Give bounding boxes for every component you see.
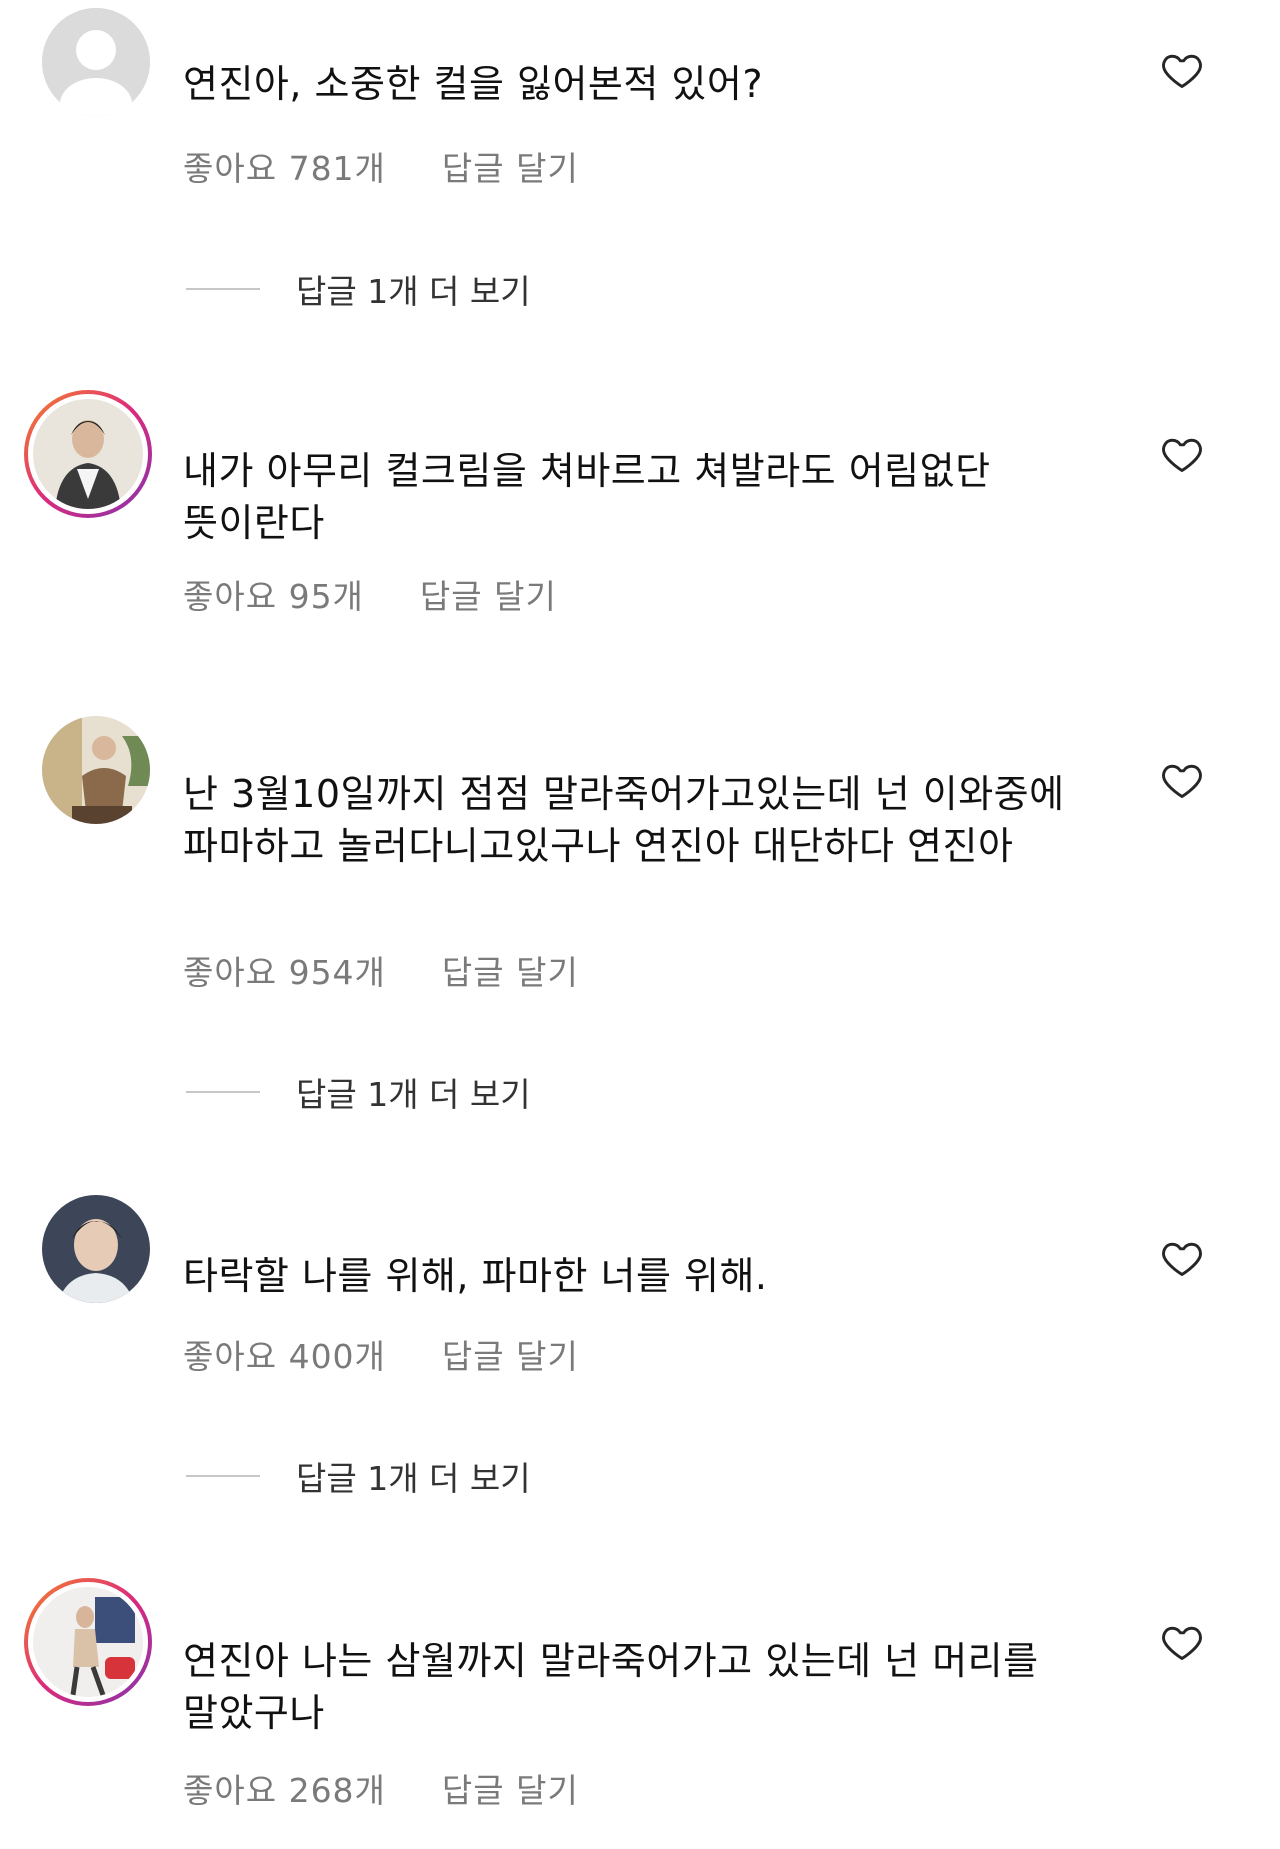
avatar[interactable] [42,8,150,116]
avatar[interactable] [42,1195,150,1303]
comment-text: 타락할 나를 위해, 파마한 너를 위해. [183,1254,768,1298]
view-more-replies-label: 답글 1개 더 보기 [296,1075,531,1114]
profile-photo [33,399,143,509]
avatar-frame [28,394,148,514]
comment-text: 난 3월10일까지 점점 말라죽어가고있는데 넌 이와중에 파마하고 놀러다니고… [183,772,1065,868]
divider [186,1475,260,1477]
heart-icon[interactable] [1160,1620,1204,1664]
like-count[interactable]: 좋아요 268개 [183,1764,386,1812]
like-count[interactable]: 좋아요 400개 [183,1330,386,1378]
view-more-replies-label: 답글 1개 더 보기 [296,1459,531,1498]
avatar[interactable] [24,1578,152,1706]
avatar[interactable] [24,390,152,518]
avatar-frame [28,1582,148,1702]
heart-icon[interactable] [1160,758,1204,802]
comment-text: 연진아, 소중한 컬을 잃어본적 있어? [183,62,764,106]
like-count[interactable]: 좋아요 781개 [183,142,386,190]
comment-meta: 좋아요 781개 답글 달기 [183,142,579,190]
heart-icon[interactable] [1160,432,1204,476]
reply-button[interactable]: 답글 달기 [442,1330,579,1378]
heart-icon[interactable] [1160,1236,1204,1280]
profile-photo [42,716,150,824]
like-count[interactable]: 좋아요 95개 [183,570,364,618]
view-more-replies[interactable]: 답글 1개 더 보기 [186,1452,531,1500]
profile-photo [33,1587,143,1697]
comment-text: 연진아 나는 삼월까지 말라죽어가고 있는데 넌 머리를 말았구나 [183,1639,1039,1735]
comment-meta: 좋아요 954개 답글 달기 [183,946,579,994]
reply-button[interactable]: 답글 달기 [442,1764,579,1812]
comment-meta: 좋아요 268개 답글 달기 [183,1764,579,1812]
default-avatar-icon [42,8,150,116]
reply-button[interactable]: 답글 달기 [442,142,579,190]
view-more-replies[interactable]: 답글 1개 더 보기 [186,265,531,313]
comment-meta: 좋아요 95개 답글 달기 [183,570,557,618]
profile-photo [42,1195,150,1303]
heart-icon[interactable] [1160,48,1204,92]
reply-button[interactable]: 답글 달기 [420,570,557,618]
comment-meta: 좋아요 400개 답글 달기 [183,1330,579,1378]
comment-text: 내가 아무리 컬크림을 쳐바르고 쳐발라도 어림없단 뜻이란다 [183,449,991,545]
like-count[interactable]: 좋아요 954개 [183,946,386,994]
avatar[interactable] [42,716,150,824]
reply-button[interactable]: 답글 달기 [442,946,579,994]
divider [186,1091,260,1093]
view-more-replies-label: 답글 1개 더 보기 [296,272,531,311]
view-more-replies[interactable]: 답글 1개 더 보기 [186,1068,531,1116]
divider [186,288,260,290]
